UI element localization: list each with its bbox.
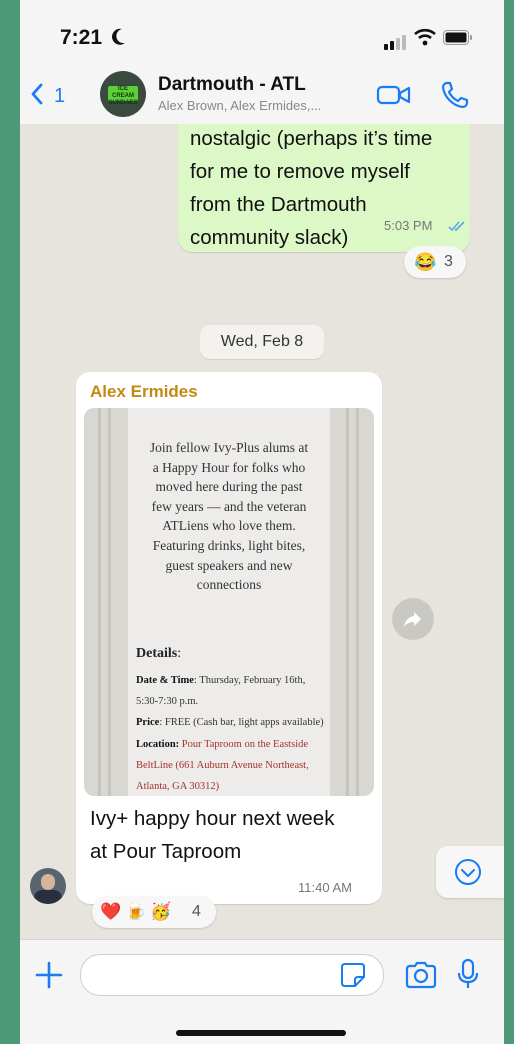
microphone-icon[interactable] xyxy=(456,958,480,990)
scroll-down-icon xyxy=(455,859,481,885)
avatar-suit xyxy=(34,890,62,904)
reaction-emojis: ❤️🍺🥳 xyxy=(100,902,176,921)
double-check-icon xyxy=(448,221,465,232)
outgoing-message[interactable]: nostalgic (perhaps it’s time for me to r… xyxy=(178,124,470,252)
back-unread-count: 1 xyxy=(54,85,66,107)
home-indicator xyxy=(176,1030,346,1036)
wifi-icon xyxy=(414,28,436,46)
phone-screen: 7:21 1 ICE CREAM SUNDAES Dartmouth - ATL… xyxy=(20,0,504,1044)
composer-bar xyxy=(20,939,504,1044)
chat-header: 1 ICE CREAM SUNDAES Dartmouth - ATL Alex… xyxy=(20,66,504,125)
back-button[interactable]: 1 xyxy=(30,78,70,110)
details-heading: Details: xyxy=(136,646,182,661)
group-avatar[interactable]: ICE CREAM SUNDAES xyxy=(100,71,146,117)
forward-button[interactable] xyxy=(392,598,434,640)
preview-stripe xyxy=(108,408,111,796)
battery-icon xyxy=(443,30,472,45)
reaction-pill[interactable]: ❤️🍺🥳 4 xyxy=(92,896,216,928)
message-text: nostalgic (perhaps it’s time for me to r… xyxy=(190,127,433,249)
details-body: Date & Time: Thursday, February 16th, 5:… xyxy=(136,670,326,796)
sender-avatar[interactable] xyxy=(30,868,66,904)
detail-price: Price: FREE (Cash bar, light apps availa… xyxy=(136,717,324,729)
forward-icon xyxy=(404,612,421,627)
chat-participants[interactable]: Alex Brown, Alex Ermides,... xyxy=(158,98,321,113)
chat-title[interactable]: Dartmouth - ATL xyxy=(158,74,306,96)
image-preview[interactable]: Join fellow Ivy-Plus alums at a Happy Ho… xyxy=(84,408,374,796)
plus-icon[interactable] xyxy=(34,960,64,990)
video-call-icon[interactable] xyxy=(376,82,412,108)
chat-area[interactable]: nostalgic (perhaps it’s time for me to r… xyxy=(20,124,504,939)
signal-icon xyxy=(384,32,408,50)
reaction-pill[interactable]: 😂 3 xyxy=(404,246,466,278)
back-chevron-icon xyxy=(31,83,43,105)
avatar-sign: ICE CREAM SUNDAES xyxy=(108,86,138,106)
avatar-face xyxy=(41,874,55,890)
sticker-icon[interactable] xyxy=(340,962,366,988)
phone-call-icon[interactable] xyxy=(440,80,470,110)
preview-document: Join fellow Ivy-Plus alums at a Happy Ho… xyxy=(128,408,330,796)
reaction-count: 3 xyxy=(444,253,453,270)
camera-icon[interactable] xyxy=(404,960,438,990)
preview-blurb: Join fellow Ivy-Plus alums at a Happy Ho… xyxy=(149,440,309,593)
status-bar: 7:21 xyxy=(20,0,504,66)
incoming-message[interactable]: Alex Ermides Join fellow Ivy-Plus alums … xyxy=(76,372,382,904)
detail-location: Location: Pour Taproom on the Eastside B… xyxy=(136,738,309,793)
preview-stripe xyxy=(346,408,349,796)
message-text: Ivy+ happy hour next week at Pour Taproo… xyxy=(90,807,335,863)
reaction-count: 4 xyxy=(192,903,201,920)
scroll-to-bottom-button[interactable] xyxy=(436,846,504,898)
message-time: 11:40 AM xyxy=(298,880,352,895)
reaction-emoji: 😂 xyxy=(414,252,437,272)
status-time: 7:21 xyxy=(60,26,103,49)
moon-icon xyxy=(112,28,125,45)
date-separator: Wed, Feb 8 xyxy=(200,325,324,359)
message-input-box[interactable] xyxy=(80,954,384,996)
message-time: 5:03 PM xyxy=(384,218,433,233)
detail-date: Date & Time: Thursday, February 16th, 5:… xyxy=(136,675,306,708)
sender-name[interactable]: Alex Ermides xyxy=(90,382,198,402)
preview-stripe xyxy=(98,408,101,796)
preview-stripe xyxy=(356,408,359,796)
message-input[interactable] xyxy=(95,955,359,995)
